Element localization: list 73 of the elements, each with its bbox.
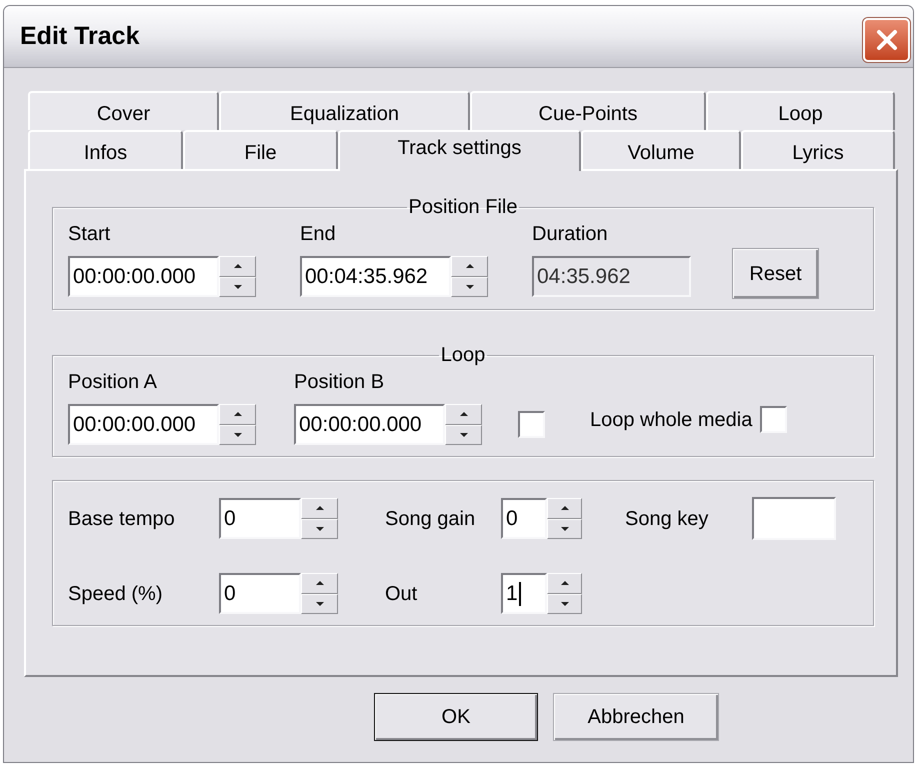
time-input[interactable]: 00:00:00.000 [68,256,219,297]
spin-up-button[interactable] [219,256,256,276]
spin-up-button[interactable] [301,498,338,518]
field-label: Position B [294,371,386,393]
up-triangle-icon [316,581,324,586]
down-triangle-icon [460,432,468,437]
spin-up-button[interactable] [451,256,488,276]
tab[interactable]: File [183,130,338,169]
spin-up-button[interactable] [547,573,582,594]
tab[interactable]: Track settings [338,130,581,171]
spin-down-button[interactable] [451,276,488,297]
tab[interactable]: Cover [28,91,219,130]
number-input[interactable]: 0 [501,498,547,539]
spin-up-button[interactable] [547,498,582,518]
spin-down-button[interactable] [547,594,582,614]
tab[interactable]: Equalization [219,91,470,130]
checkbox[interactable] [518,411,545,438]
down-triangle-icon [234,284,242,289]
down-triangle-icon [234,432,242,437]
dialog-button[interactable]: Abbrechen [553,693,719,741]
spin-down-button[interactable] [219,276,256,297]
window-title: Edit Track [20,20,140,52]
up-triangle-icon [466,264,474,268]
close-icon [876,28,898,50]
field-label: Out [385,582,418,604]
up-triangle-icon [234,264,242,268]
spin-down-button[interactable] [547,518,582,539]
field-label: Song gain [385,508,476,530]
up-triangle-icon [560,506,568,510]
field-label: End [300,223,337,245]
tab[interactable]: Cue-Points [470,91,706,130]
up-triangle-icon [560,581,568,586]
field-label: Song key [625,508,710,530]
tab[interactable]: Lyrics [741,130,895,169]
spin-down-button[interactable] [445,424,482,445]
group-title: Loop [440,344,486,366]
down-triangle-icon [316,526,324,531]
down-triangle-icon [466,284,474,289]
up-triangle-icon [460,412,468,416]
spin-down-button[interactable] [219,424,256,445]
spin-up-button[interactable] [301,573,338,594]
spin-up-button[interactable] [445,404,482,424]
time-input[interactable]: 00:04:35.962 [300,256,451,297]
checkbox-label: Loop whole media [590,408,752,430]
spin-up-button[interactable] [219,404,256,424]
tab[interactable]: Loop [706,91,895,130]
time-input[interactable]: 00:00:00.000 [68,404,219,445]
up-triangle-icon [316,506,324,510]
time-input[interactable]: 00:00:00.000 [294,404,445,445]
text-input[interactable] [752,497,836,540]
field-label: Start [68,223,112,245]
down-triangle-icon [560,526,568,531]
checkbox[interactable] [760,406,788,433]
up-triangle-icon [234,412,242,416]
duration-field: 04:35.962 [532,256,691,297]
tab[interactable]: Volume [581,130,741,169]
group-title: Position File [408,196,518,218]
text-cursor-icon [518,582,521,606]
number-input[interactable]: 0 [219,498,301,539]
spin-down-button[interactable] [301,518,338,539]
down-triangle-icon [560,602,568,606]
down-triangle-icon [316,602,324,606]
field-label: Duration [532,223,609,245]
close-button[interactable] [863,18,910,62]
tab[interactable]: Infos [28,130,183,169]
number-input[interactable]: 1 [501,573,547,614]
dialog-button[interactable]: OK [374,693,538,741]
spin-down-button[interactable] [301,594,338,614]
field-label: Position A [68,371,158,393]
field-label: Speed (%) [68,582,164,604]
field-label: Base tempo [68,508,176,530]
number-input[interactable]: 0 [219,573,301,614]
reset-button[interactable]: Reset [732,248,819,299]
